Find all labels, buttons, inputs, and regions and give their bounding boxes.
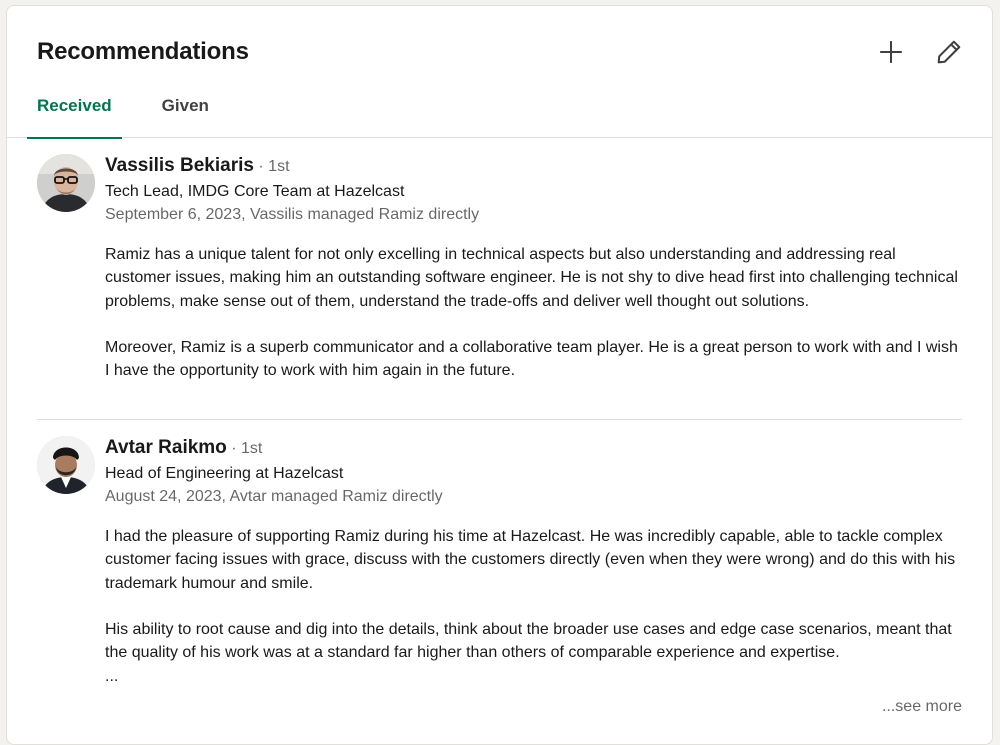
- recommendation-body: Vassilis Bekiaris · 1st Tech Lead, IMDG …: [105, 152, 962, 383]
- recommender-name[interactable]: Avtar Raikmo: [105, 437, 227, 458]
- pencil-icon: [937, 40, 961, 64]
- recommender-row: Vassilis Bekiaris · 1st: [105, 152, 962, 181]
- avatar-image: [37, 436, 95, 494]
- recommendation-text: Ramiz has a unique talent for not only e…: [105, 246, 958, 380]
- connection-degree: · 1st: [253, 158, 290, 175]
- recommendation-meta: August 24, 2023, Avtar managed Ramiz dir…: [105, 488, 443, 505]
- tab-given[interactable]: Given: [152, 84, 219, 138]
- recommendation-item: Avtar Raikmo · 1st Head of Engineering a…: [37, 434, 962, 724]
- recommendation-text: I had the pleasure of supporting Ramiz d…: [105, 528, 956, 685]
- avatar[interactable]: [37, 436, 95, 494]
- avatar[interactable]: [37, 154, 95, 212]
- tab-received[interactable]: Received: [27, 84, 122, 139]
- recommendation-meta: September 6, 2023, Vassilis managed Rami…: [105, 206, 480, 223]
- recommendations-card: Recommendations Received Given Vassilis …: [6, 5, 993, 745]
- recommender-row: Avtar Raikmo · 1st: [105, 434, 962, 463]
- plus-icon: [880, 41, 902, 63]
- see-more-link[interactable]: ...see more: [877, 698, 962, 716]
- recommender-name[interactable]: Vassilis Bekiaris: [105, 155, 254, 176]
- recommendation-body: Avtar Raikmo · 1st Head of Engineering a…: [105, 434, 962, 688]
- connection-degree: · 1st: [226, 440, 263, 457]
- avatar-image: [37, 154, 95, 212]
- edit-recommendations-button[interactable]: [929, 32, 969, 72]
- recommendation-tabs: Received Given: [27, 84, 249, 139]
- recommender-headline: Head of Engineering at Hazelcast: [105, 465, 344, 482]
- recommender-headline: Tech Lead, IMDG Core Team at Hazelcast: [105, 183, 405, 200]
- add-recommendation-button[interactable]: [871, 32, 911, 72]
- recommendation-item: Vassilis Bekiaris · 1st Tech Lead, IMDG …: [37, 152, 962, 420]
- card-header: Recommendations Received Given: [7, 6, 992, 139]
- section-title: Recommendations: [37, 38, 249, 65]
